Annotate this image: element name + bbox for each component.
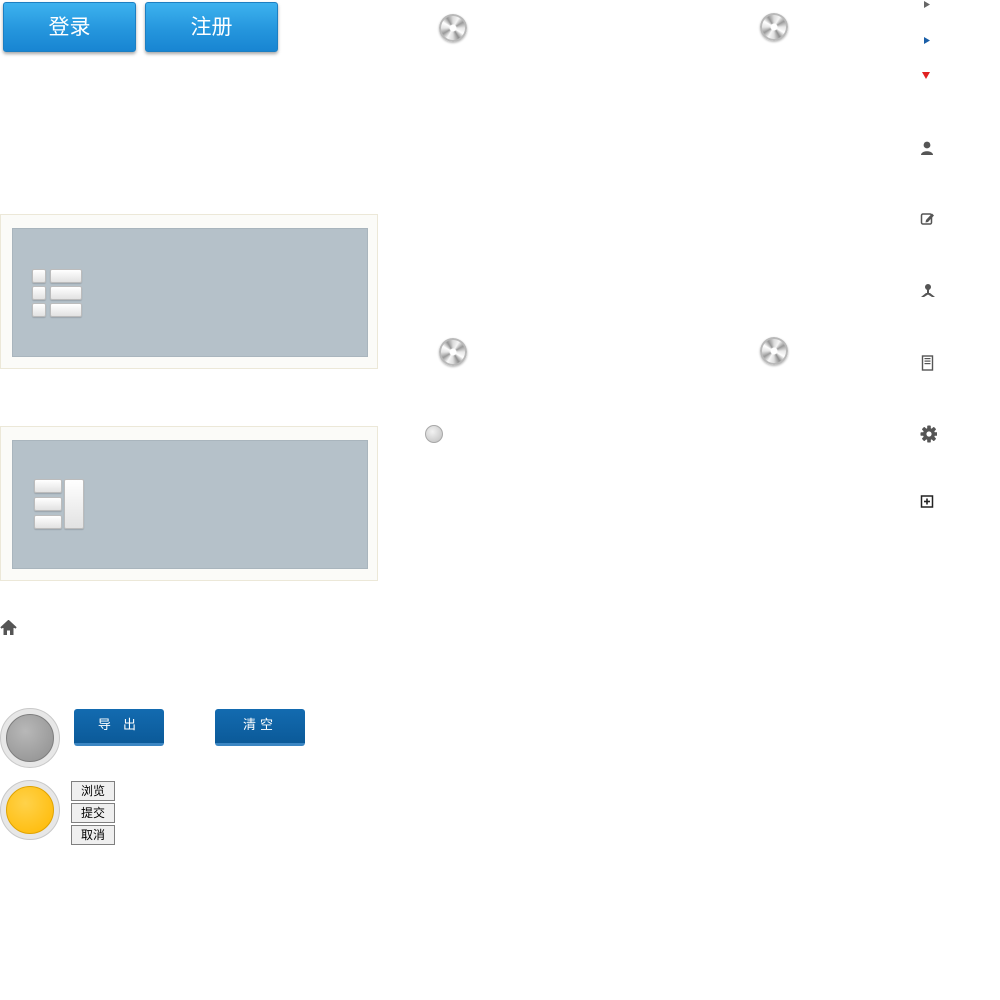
layout-preview (12, 440, 368, 569)
knob[interactable] (439, 338, 467, 366)
light-core (6, 714, 54, 762)
document-icon[interactable] (919, 354, 937, 372)
radio-dot[interactable] (425, 425, 443, 443)
cancel-button[interactable]: 取消 (71, 825, 115, 845)
knob[interactable] (439, 14, 467, 42)
triangle-down-red-icon[interactable] (919, 67, 937, 85)
layout-cell (32, 303, 46, 317)
layout-cell (34, 515, 62, 529)
triangle-right-blue-icon[interactable] (919, 32, 937, 50)
knob[interactable] (760, 13, 788, 41)
login-button[interactable]: 登录 (3, 2, 136, 52)
layout-preview (12, 228, 368, 357)
triangle-right-gray-icon[interactable] (919, 0, 937, 18)
status-light-on (0, 780, 60, 840)
layout-cell (50, 269, 82, 283)
layout-cell (64, 479, 84, 529)
layout-cell (50, 303, 82, 317)
layout-cell (32, 269, 46, 283)
register-button[interactable]: 注册 (145, 2, 278, 52)
submit-button[interactable]: 提交 (71, 803, 115, 823)
layout-cell (32, 286, 46, 300)
gear-icon[interactable] (919, 425, 937, 443)
home-icon[interactable] (0, 620, 17, 636)
layout-option-list[interactable] (0, 214, 378, 369)
clear-button[interactable]: 清空 (215, 709, 305, 746)
browse-button[interactable]: 浏览 (71, 781, 115, 801)
org-chart-icon[interactable] (919, 282, 937, 300)
add-icon[interactable] (919, 493, 937, 511)
light-core (6, 786, 54, 834)
user-icon[interactable] (919, 139, 937, 157)
layout-cell (50, 286, 82, 300)
layout-cell (34, 479, 62, 493)
edit-icon[interactable] (919, 210, 937, 228)
layout-option-split[interactable] (0, 426, 378, 581)
knob[interactable] (760, 337, 788, 365)
export-button[interactable]: 导 出 (74, 709, 164, 746)
layout-cell (34, 497, 62, 511)
status-light-off (0, 708, 60, 768)
